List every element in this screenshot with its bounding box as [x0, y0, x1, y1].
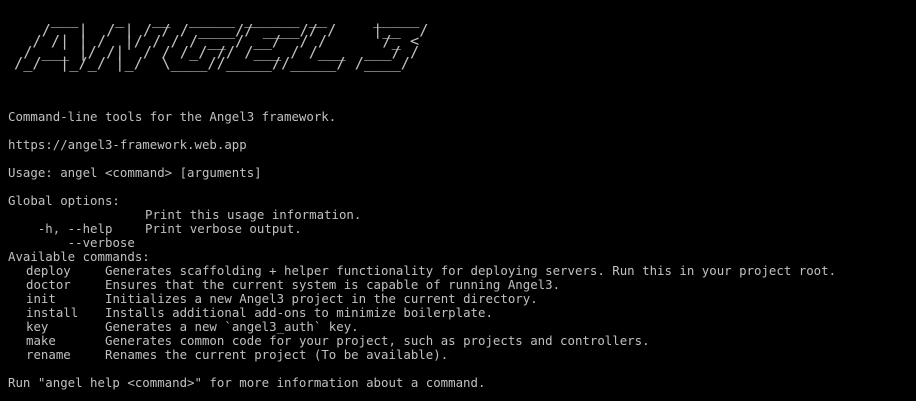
available-commands-header: Available commands:: [8, 249, 150, 264]
command-name: make: [26, 333, 56, 348]
command-desc: Initializes a new Angel3 project in the …: [105, 291, 538, 306]
option-desc: Print verbose output.: [145, 221, 302, 236]
global-options-header: Global options:: [8, 193, 120, 208]
option-row: --verbose: [8, 222, 135, 250]
banner-line: /_/ |_/_/ |_/ \____//_____//_____/ /____…: [14, 54, 429, 72]
command-desc: Generates a new `angel3_auth` key.: [105, 319, 359, 334]
option-row: -h, --help: [8, 208, 113, 236]
command-desc: Generates scaffolding + helper functiona…: [105, 263, 837, 278]
description-text: Command-line tools for the Angel3 framew…: [8, 109, 337, 124]
command-name: rename: [26, 347, 71, 362]
command-desc: Generates common code for your project, …: [105, 333, 650, 348]
option-flag: --verbose: [37, 235, 135, 250]
url-text: https://angel3-framework.web.app: [8, 137, 247, 152]
command-desc: Renames the current project (To be avail…: [105, 347, 449, 362]
option-desc: Print this usage information.: [145, 207, 362, 222]
command-name: doctor: [26, 277, 71, 292]
command-name: install: [26, 305, 79, 320]
terminal-window[interactable]: ___ _ __ _____ ______ __ _____ / | / | /…: [0, 0, 916, 401]
command-name: deploy: [26, 263, 71, 278]
command-name: init: [26, 291, 56, 306]
usage-text: Usage: angel <command> [arguments]: [8, 165, 262, 180]
command-desc: Ensures that the current system is capab…: [105, 277, 561, 292]
command-desc: Installs additional add-ons to minimize …: [105, 305, 493, 320]
command-name: key: [26, 319, 49, 334]
footer-hint: Run "angel help <command>" for more info…: [8, 375, 486, 390]
